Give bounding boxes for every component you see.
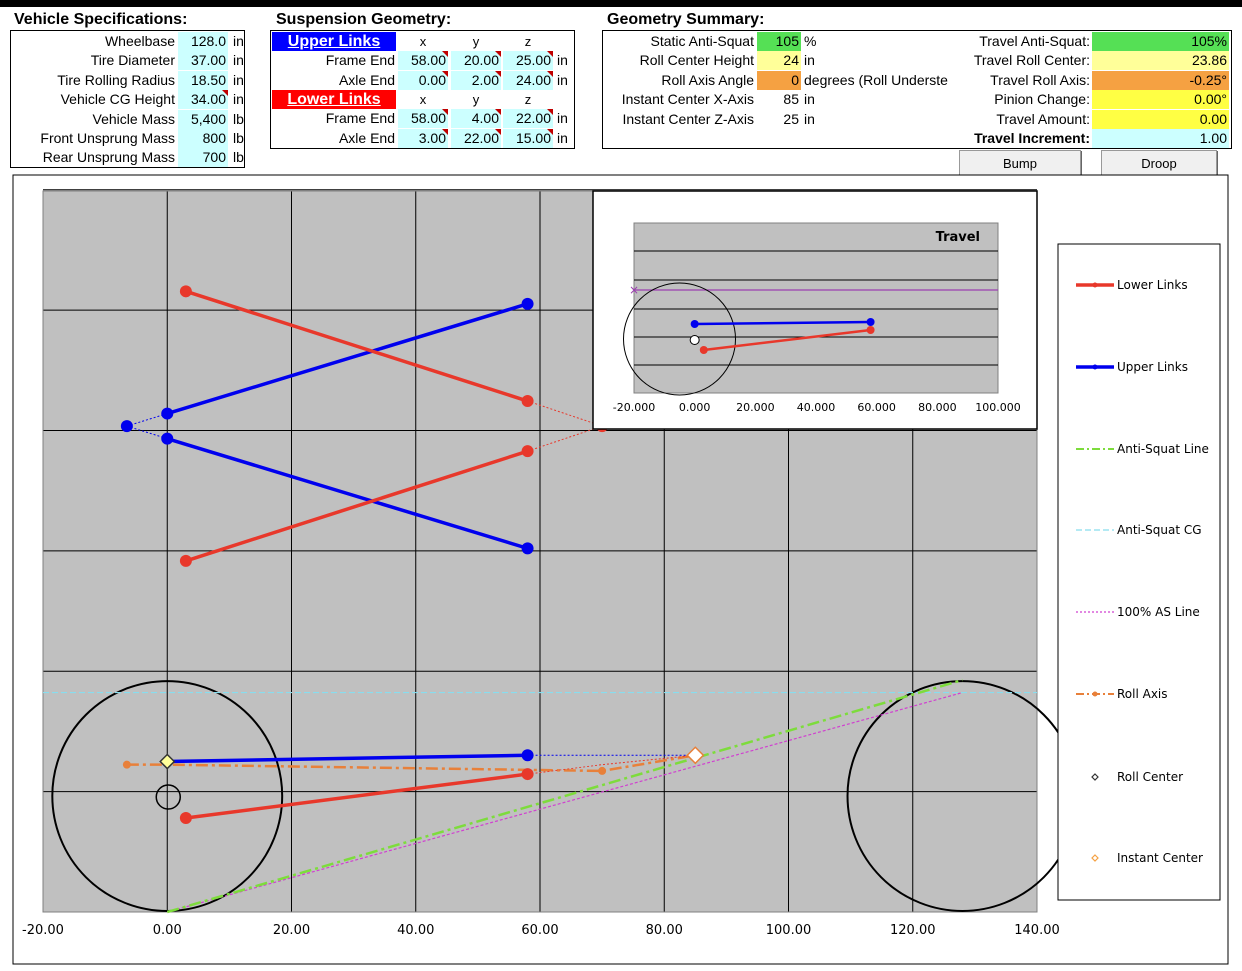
inset-upper-point — [690, 320, 699, 328]
legend-label: Roll Axis — [1117, 687, 1168, 701]
inset-upper-point — [866, 318, 875, 326]
x-tick-label: 40.00 — [397, 923, 434, 938]
x-tick-label: 20.00 — [273, 923, 310, 938]
inset-x-tick-label: -20.000 — [613, 401, 655, 414]
legend-label: Upper Links — [1117, 360, 1188, 374]
x-tick-label: 140.00 — [1014, 923, 1060, 938]
legend-label: Anti-Squat Line — [1117, 442, 1209, 456]
inset-x-tick-label: 20.000 — [736, 401, 775, 414]
legend-marker — [1092, 282, 1098, 288]
inset-cross-marker: × — [629, 283, 639, 297]
x-tick-label: 100.00 — [766, 923, 812, 938]
inset-x-tick-label: 0.000 — [679, 401, 711, 414]
lower-link-point — [179, 285, 192, 298]
inset-roll-center — [689, 335, 700, 345]
upper-link-point — [521, 297, 534, 310]
lower-link-point — [179, 554, 192, 567]
legend-label: Lower Links — [1117, 278, 1188, 292]
x-tick-label: 60.00 — [521, 923, 558, 938]
legend-label: 100% AS Line — [1117, 605, 1200, 619]
inset-lower-point — [699, 346, 708, 354]
upper-link-point — [521, 749, 534, 762]
inset-x-tick-label: 60.000 — [857, 401, 896, 414]
legend-label: Anti-Squat CG — [1117, 523, 1202, 537]
legend-marker — [1092, 691, 1098, 697]
upper-link-point — [120, 420, 133, 433]
legend-marker — [1092, 364, 1098, 370]
inset-lower-point — [866, 326, 875, 334]
lower-link-point — [521, 768, 534, 781]
legend-box — [1057, 243, 1221, 901]
geometry-chart: -20.00 0.00 20.00 40.00 60.00 80.00 100.00 120.… — [12, 174, 1229, 965]
lower-link-point — [179, 811, 192, 824]
upper-link-point — [161, 432, 174, 445]
lower-link-point — [521, 395, 534, 408]
roll-axis-point — [598, 766, 607, 775]
x-tick-label: 80.00 — [646, 923, 683, 938]
lower-link-point — [521, 445, 534, 458]
inset-x-tick-label: 80.000 — [918, 401, 957, 414]
inset-title: Travel — [936, 230, 980, 245]
upper-link-point — [521, 542, 534, 555]
upper-link-point — [161, 407, 174, 420]
roll-axis-point — [122, 760, 131, 769]
x-tick-label: 0.00 — [153, 923, 182, 938]
inset-x-tick-label: 40.000 — [797, 401, 836, 414]
inset-plot-background — [633, 222, 999, 394]
legend-label: Roll Center — [1117, 770, 1183, 784]
legend-label: Instant Center — [1117, 851, 1203, 865]
inset-x-tick-label: 100.000 — [975, 401, 1021, 414]
x-tick-label: -20.00 — [22, 923, 64, 938]
x-tick-label: 120.00 — [890, 923, 936, 938]
